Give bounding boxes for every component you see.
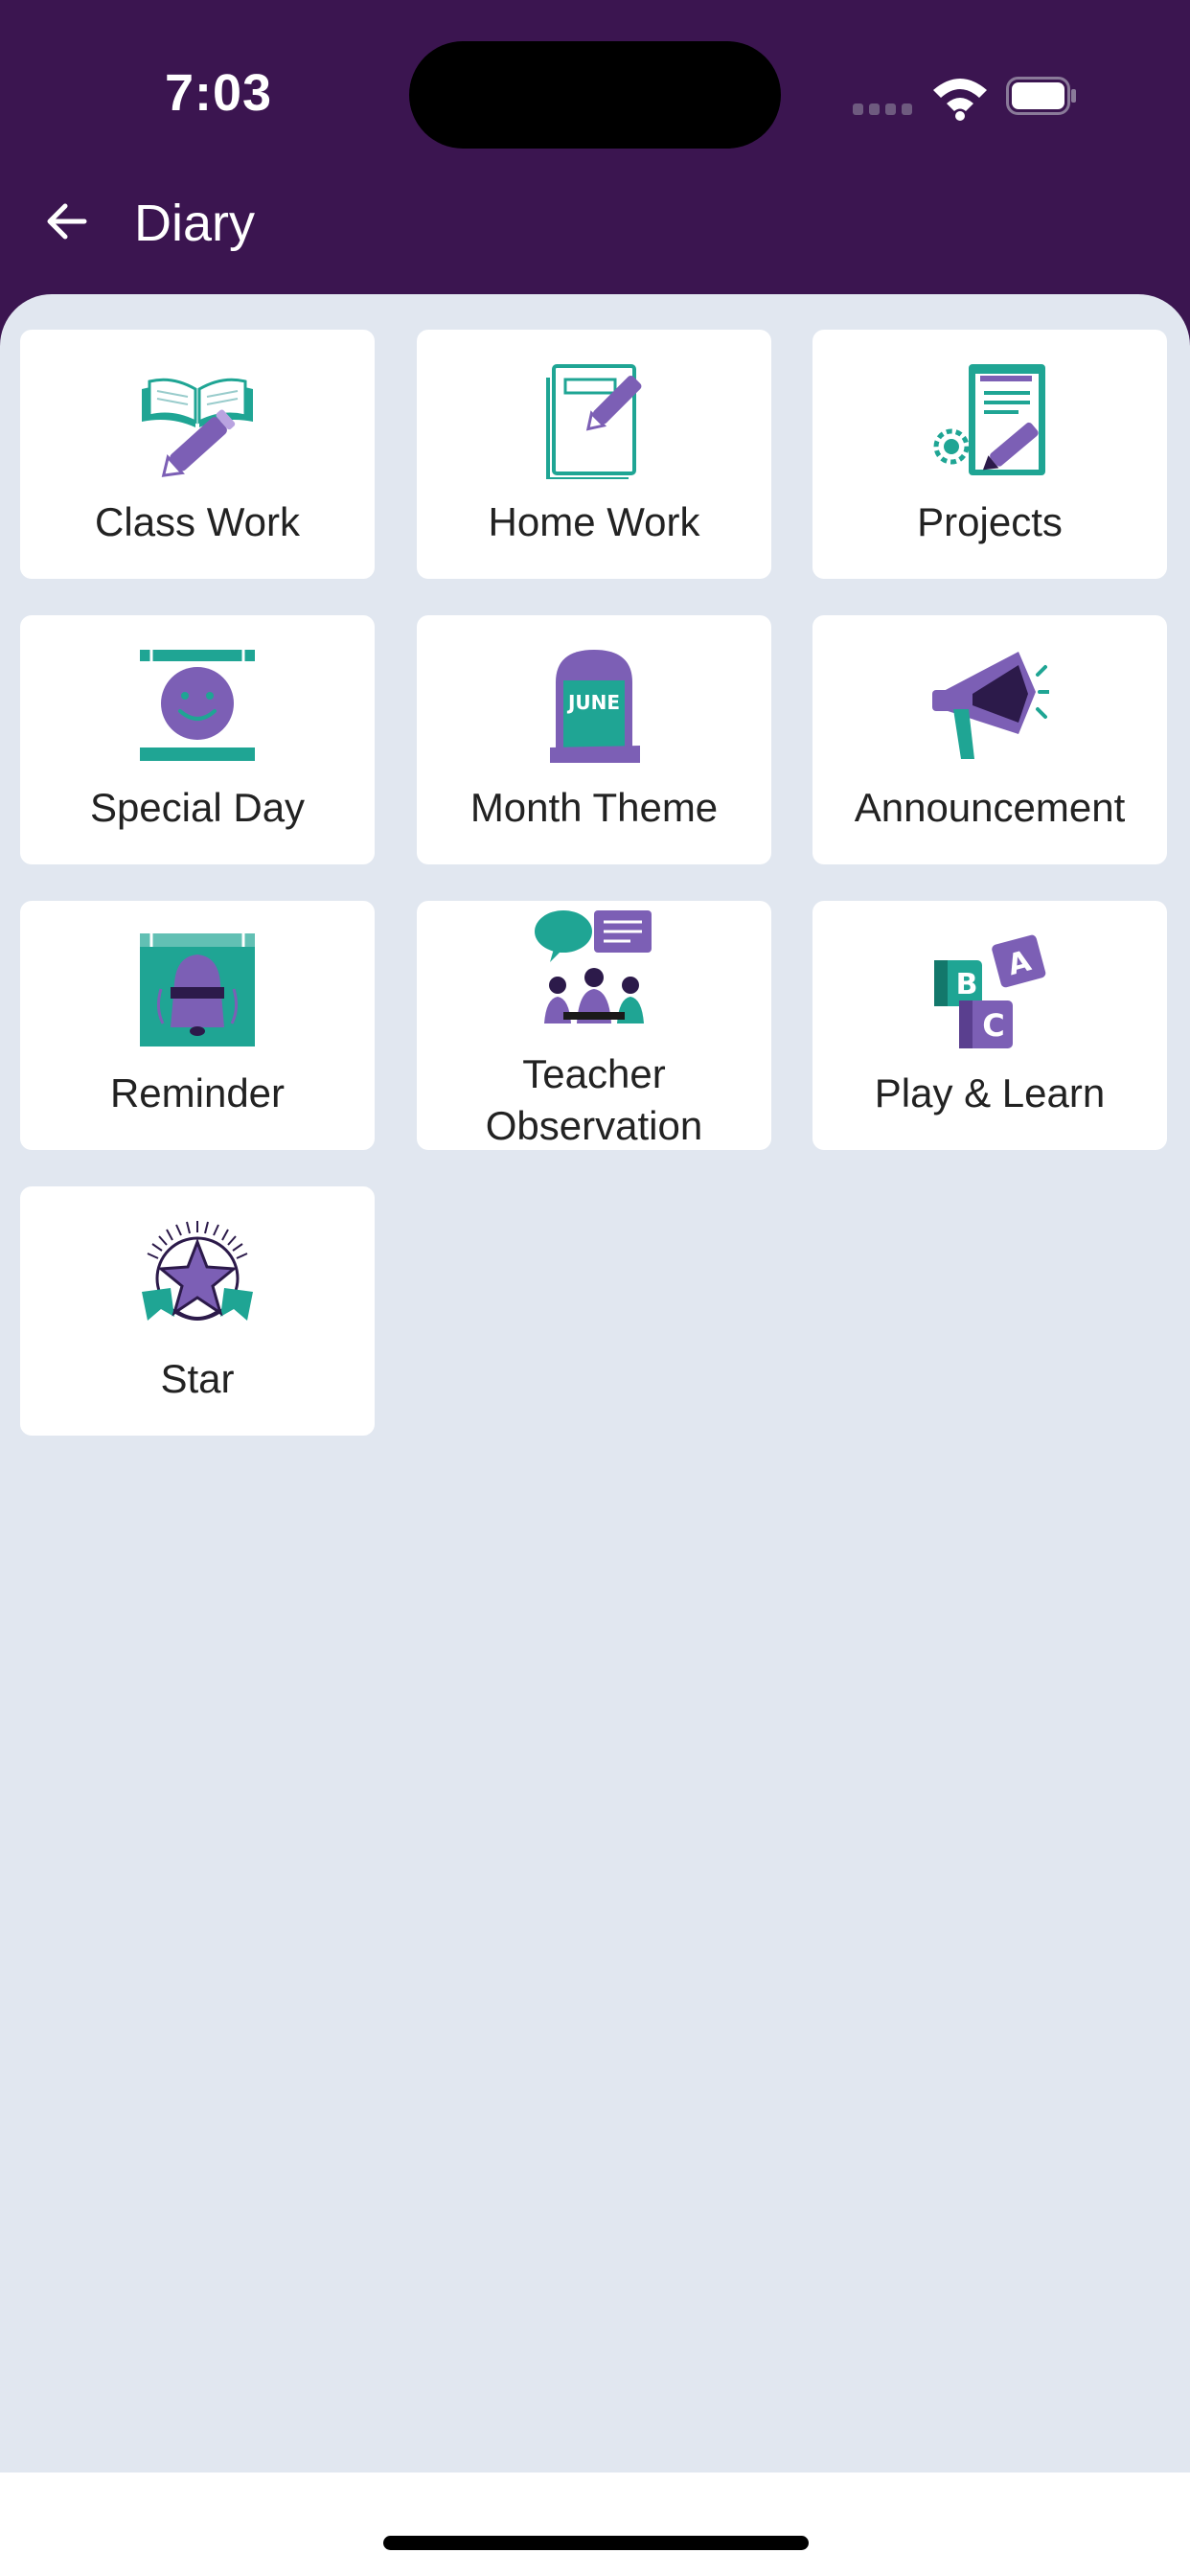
calendar-bell-icon bbox=[140, 933, 255, 1046]
tile-label: Home Work bbox=[488, 499, 700, 544]
clipboard-gear-icon bbox=[933, 364, 1045, 475]
svg-text:C: C bbox=[982, 1007, 1004, 1044]
tile-label-line-1: Teacher bbox=[522, 1051, 666, 1096]
tile-label-line-2: Observation bbox=[485, 1103, 703, 1148]
status-bar: 7:03 bbox=[0, 0, 1190, 192]
menu-tile-projects[interactable]: Projects bbox=[812, 330, 1167, 579]
menu-tile-play-learn[interactable]: A B C Play & Learn bbox=[812, 901, 1167, 1150]
notebook-pencil-icon bbox=[546, 364, 642, 479]
tile-label: Reminder bbox=[109, 1070, 286, 1116]
menu-tile-home-work[interactable]: Home Work bbox=[417, 330, 771, 579]
cellular-signal-icon bbox=[853, 104, 914, 115]
tile-label: Special Day bbox=[89, 785, 306, 830]
megaphone-icon bbox=[932, 652, 1049, 759]
menu-tile-announcement[interactable]: Announcement bbox=[812, 615, 1167, 864]
svg-text:B: B bbox=[956, 968, 978, 1001]
tile-label: Class Work bbox=[95, 499, 300, 544]
menu-tile-reminder[interactable]: Reminder bbox=[20, 901, 375, 1150]
star-badge-icon bbox=[142, 1221, 253, 1321]
tile-label: Projects bbox=[917, 499, 1063, 544]
home-indicator-area bbox=[0, 2472, 1190, 2576]
menu-tile-special-day[interactable]: Special Day bbox=[20, 615, 375, 864]
calendar-smiley-icon bbox=[140, 650, 255, 761]
tile-label: Month Theme bbox=[469, 785, 719, 830]
tile-label: Announcement bbox=[854, 785, 1126, 830]
tile-label: Play & Learn bbox=[874, 1070, 1106, 1116]
home-indicator[interactable] bbox=[383, 2536, 809, 2550]
dynamic-island bbox=[409, 41, 781, 149]
tile-label: Star bbox=[160, 1356, 235, 1401]
june-calendar-icon: JUNE bbox=[550, 650, 640, 763]
abc-blocks-icon: A B C bbox=[934, 934, 1046, 1048]
menu-tile-teacher-observation[interactable]: Teacher Observation bbox=[417, 901, 771, 1150]
open-book-pencil-icon bbox=[142, 378, 253, 477]
svg-text:JUNE: JUNE bbox=[566, 691, 620, 714]
menu-tile-class-work[interactable]: Class Work bbox=[20, 330, 375, 579]
status-time: 7:03 bbox=[165, 64, 273, 122]
page-title: Diary bbox=[134, 195, 256, 252]
back-button[interactable] bbox=[36, 192, 96, 251]
battery-icon bbox=[1006, 77, 1076, 115]
menu-tile-star[interactable]: Star bbox=[20, 1186, 375, 1436]
arrow-left-icon bbox=[47, 203, 87, 240]
menu-tile-month-theme[interactable]: JUNE Month Theme bbox=[417, 615, 771, 864]
teacher-meeting-icon bbox=[535, 910, 652, 1024]
wifi-icon bbox=[933, 79, 987, 121]
